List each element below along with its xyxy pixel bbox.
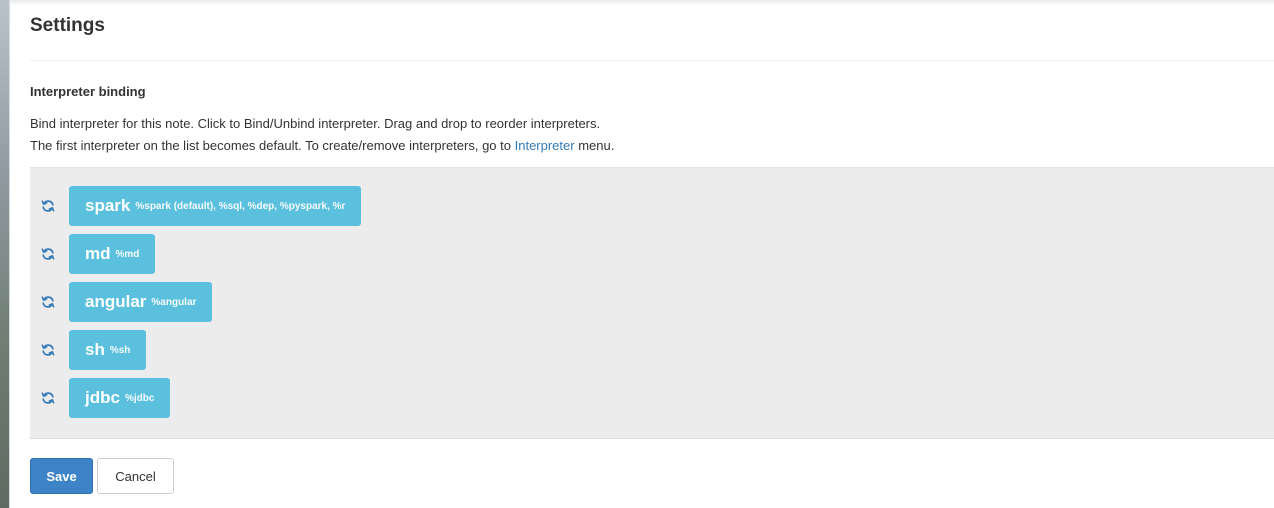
interpreter-name: md xyxy=(85,244,111,263)
refresh-icon[interactable] xyxy=(40,246,56,262)
save-button[interactable]: Save xyxy=(30,458,93,494)
interpreter-menu-link[interactable]: Interpreter xyxy=(515,138,575,153)
interpreter-name: angular xyxy=(85,292,147,311)
interpreter-aliases: %jdbc xyxy=(124,392,155,404)
interpreter-name: sh xyxy=(85,340,105,359)
interpreter-chip-sh[interactable]: sh %sh xyxy=(69,330,147,370)
interpreter-chip-angular[interactable]: angular %angular xyxy=(69,282,213,322)
interpreter-aliases: %md xyxy=(115,248,140,260)
refresh-icon[interactable] xyxy=(40,198,56,214)
cancel-button[interactable]: Cancel xyxy=(97,458,174,494)
left-sidebar-edge xyxy=(0,0,9,508)
interpreter-name: jdbc xyxy=(85,388,120,407)
settings-page: Settings Interpreter binding Bind interp… xyxy=(0,0,1274,508)
top-shadow xyxy=(10,0,1274,6)
interpreter-aliases: %sh xyxy=(109,344,131,356)
interpreter-name: spark xyxy=(85,196,131,215)
title-divider xyxy=(30,60,1274,61)
interpreter-aliases: %spark (default), %sql, %dep, %pyspark, … xyxy=(135,200,346,212)
interpreter-binding-description-line2: The first interpreter on the list become… xyxy=(30,138,614,153)
refresh-icon[interactable] xyxy=(40,342,56,358)
refresh-icon[interactable] xyxy=(40,390,56,406)
interpreter-aliases: %angular xyxy=(151,296,197,308)
interpreter-binding-heading: Interpreter binding xyxy=(30,84,146,99)
interpreter-binding-description-line1: Bind interpreter for this note. Click to… xyxy=(30,116,601,131)
interpreter-binding-list: spark %spark (default), %sql, %dep, %pys… xyxy=(30,167,1274,439)
sidebar-divider xyxy=(9,0,10,508)
interpreter-chip-jdbc[interactable]: jdbc %jdbc xyxy=(69,378,171,418)
description-line2-prefix: The first interpreter on the list become… xyxy=(30,138,515,153)
page-title: Settings xyxy=(30,15,105,36)
description-line2-suffix: menu. xyxy=(574,138,615,153)
interpreter-chip-spark[interactable]: spark %spark (default), %sql, %dep, %pys… xyxy=(69,186,362,226)
refresh-icon[interactable] xyxy=(40,294,56,310)
interpreter-chip-md[interactable]: md %md xyxy=(69,234,156,274)
